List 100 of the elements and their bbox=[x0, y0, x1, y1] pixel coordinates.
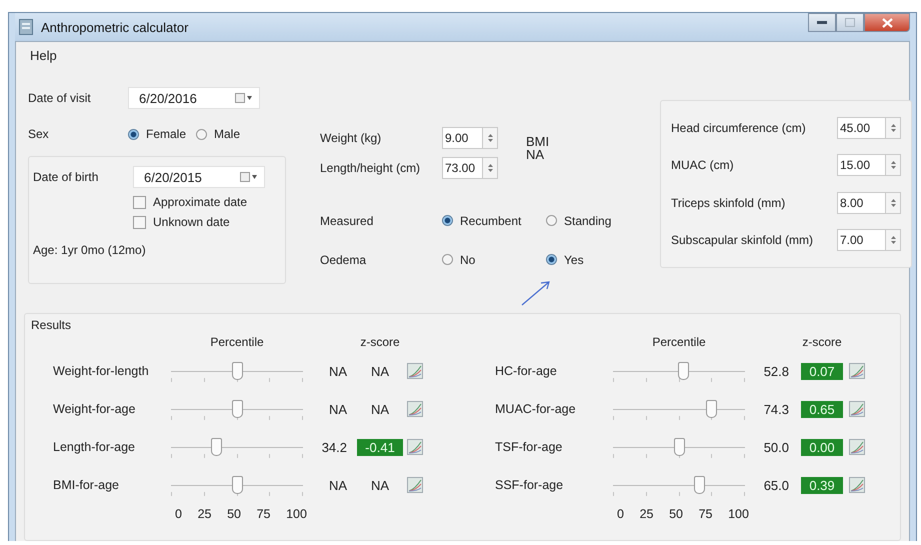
number-field[interactable]: 73.00 bbox=[442, 157, 482, 179]
column-header: z-score bbox=[359, 335, 401, 349]
checkbox[interactable] bbox=[133, 196, 146, 208]
field-label: Sex bbox=[28, 127, 50, 141]
percentile-value: 34.2 bbox=[320, 440, 348, 454]
scale-label: 0 bbox=[175, 507, 182, 521]
calendar-dropdown-icon[interactable] bbox=[240, 172, 258, 182]
close-button[interactable] bbox=[864, 13, 910, 32]
slider-thumb[interactable] bbox=[232, 400, 243, 418]
app-icon bbox=[19, 19, 33, 35]
scale-label: 100 bbox=[728, 507, 749, 521]
number-field[interactable]: 8.00 bbox=[837, 192, 885, 214]
radio-label: Standing bbox=[564, 214, 612, 228]
bmi-label: BMI bbox=[526, 135, 550, 148]
field-label: Weight (kg) bbox=[320, 131, 382, 145]
slider-thumb[interactable] bbox=[678, 362, 689, 380]
number-field[interactable]: 15.00 bbox=[837, 154, 885, 176]
radio-button[interactable] bbox=[128, 128, 139, 140]
number-field[interactable]: 7.00 bbox=[837, 229, 885, 252]
scale-label: 0 bbox=[617, 507, 624, 521]
slider-thumb[interactable] bbox=[232, 362, 243, 380]
spin-button[interactable] bbox=[885, 154, 901, 176]
scale-label: 50 bbox=[227, 507, 241, 521]
scale-label: 100 bbox=[286, 507, 307, 521]
percentile-value: 74.3 bbox=[762, 402, 790, 416]
age-text: Age: 1yr 0mo (12mo) bbox=[33, 243, 147, 257]
chart-icon[interactable] bbox=[407, 363, 423, 379]
arrow-annotation bbox=[521, 280, 551, 306]
percentile-value: NA bbox=[328, 364, 348, 378]
field-label: Measured bbox=[320, 214, 374, 228]
indicator-name: MUAC-for-age bbox=[495, 402, 577, 416]
chart-icon[interactable] bbox=[849, 401, 865, 417]
spin-arrows-icon bbox=[890, 122, 896, 133]
radio-button[interactable] bbox=[442, 215, 453, 226]
menu-item[interactable]: Help bbox=[30, 48, 57, 62]
field-label: Length/height (cm) bbox=[320, 161, 422, 175]
calendar-dropdown-icon[interactable] bbox=[235, 93, 253, 103]
slider-thumb[interactable] bbox=[694, 476, 705, 494]
number-field[interactable]: 9.00 bbox=[442, 127, 482, 149]
spin-button[interactable] bbox=[482, 157, 498, 179]
indicator-name: Weight-for-age bbox=[53, 402, 136, 416]
chart-icon[interactable] bbox=[407, 401, 423, 417]
percentile-value: 50.0 bbox=[762, 440, 790, 454]
spin-button[interactable] bbox=[885, 116, 901, 139]
slider-thumb[interactable] bbox=[211, 438, 222, 456]
radio-label: Male bbox=[214, 127, 240, 141]
minimize-button[interactable] bbox=[808, 13, 836, 32]
spin-arrows-icon bbox=[486, 133, 494, 143]
chart-icon[interactable] bbox=[849, 439, 865, 455]
percentile-value: NA bbox=[328, 478, 348, 492]
indicator-name: Weight-for-length bbox=[53, 364, 150, 378]
indicator-name: Length-for-age bbox=[53, 440, 136, 454]
spin-button[interactable] bbox=[885, 229, 901, 252]
scale-label: 25 bbox=[640, 507, 654, 521]
radio-label: No bbox=[460, 252, 476, 266]
scale-label: 50 bbox=[669, 507, 683, 521]
column-header: Percentile bbox=[209, 335, 265, 349]
slider-thumb[interactable] bbox=[232, 476, 243, 494]
indicator-name: HC-for-age bbox=[495, 364, 558, 378]
chart-icon[interactable] bbox=[407, 439, 423, 455]
radio-button[interactable] bbox=[546, 254, 557, 265]
zscore-value: 0.65 bbox=[801, 400, 843, 418]
radio-label: Female bbox=[146, 127, 186, 141]
chart-icon[interactable] bbox=[849, 477, 865, 493]
zscore-value: 0.39 bbox=[801, 476, 843, 494]
scale-label: 25 bbox=[198, 507, 212, 521]
percentile-value: NA bbox=[328, 402, 348, 416]
chart-icon[interactable] bbox=[407, 477, 423, 493]
chart-icon[interactable] bbox=[849, 363, 865, 379]
radio-label: Yes bbox=[564, 252, 584, 266]
group-title: Results bbox=[31, 318, 72, 332]
scale-label: 75 bbox=[698, 507, 712, 521]
date-field[interactable]: 6/20/2015 bbox=[133, 166, 265, 188]
slider-thumb[interactable] bbox=[706, 400, 718, 418]
field-label: Date of birth bbox=[33, 170, 100, 184]
percentile-value: 52.8 bbox=[762, 364, 790, 378]
zscore-value: 0.00 bbox=[801, 438, 843, 456]
zscore-value: NA bbox=[370, 400, 390, 418]
checkbox[interactable] bbox=[133, 216, 146, 228]
spin-button[interactable] bbox=[885, 192, 901, 214]
slider-thumb[interactable] bbox=[674, 438, 685, 456]
zscore-value: -0.41 bbox=[357, 438, 403, 456]
radio-button[interactable] bbox=[442, 254, 453, 265]
number-field[interactable]: 45.00 bbox=[837, 116, 885, 139]
radio-button[interactable] bbox=[546, 215, 557, 226]
date-field[interactable]: 6/20/2016 bbox=[128, 87, 260, 109]
indicator-name: TSF-for-age bbox=[495, 440, 564, 454]
spin-arrows-icon bbox=[890, 235, 896, 246]
indicator-name: SSF-for-age bbox=[495, 478, 564, 492]
radio-button[interactable] bbox=[196, 128, 208, 140]
column-header: z-score bbox=[801, 335, 843, 349]
minimize-icon bbox=[817, 20, 827, 24]
field-label: Subscapular skinfold (mm) bbox=[671, 233, 814, 248]
scale-label: 75 bbox=[256, 507, 270, 521]
percentile-value: 65.0 bbox=[762, 478, 790, 492]
zscore-value: NA bbox=[370, 476, 390, 494]
radio-label: Recumbent bbox=[460, 214, 522, 228]
spin-arrows-icon bbox=[890, 198, 896, 208]
field-label: Oedema bbox=[320, 252, 368, 266]
spin-button[interactable] bbox=[482, 127, 498, 149]
